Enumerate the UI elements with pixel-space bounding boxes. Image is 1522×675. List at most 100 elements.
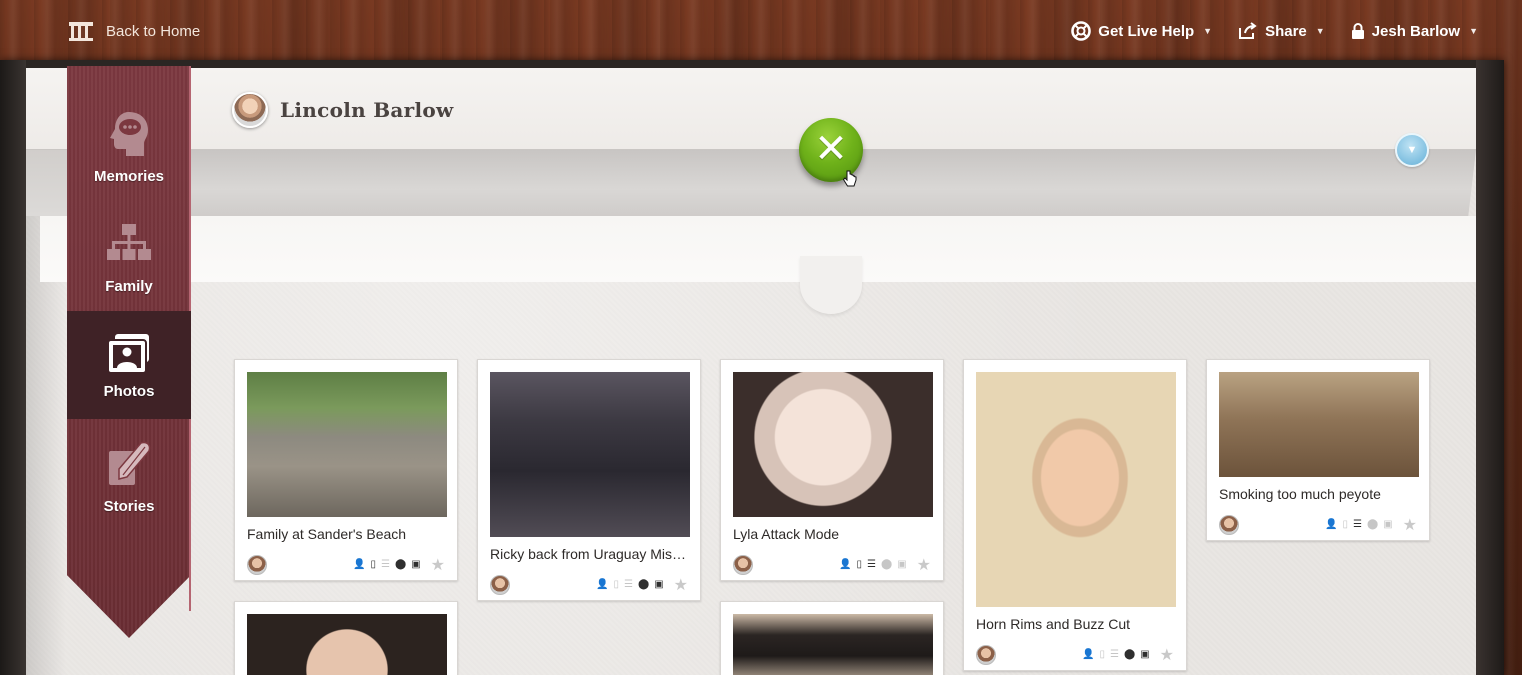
story-icon: ☰ (381, 559, 390, 570)
user-menu[interactable]: Jesh Barlow ▼ (1351, 23, 1478, 40)
back-to-home-link[interactable]: Back to Home (68, 18, 200, 44)
photo-meta-icons: 👤 ▯ ☰ ⬤ ▣ (1325, 520, 1393, 530)
document-icon: ▯ (1099, 649, 1106, 660)
photo-thumbnail[interactable] (733, 372, 933, 517)
person-tag-icon: 👤 (596, 579, 609, 590)
chevron-down-icon: ▼ (1315, 26, 1325, 36)
sidebar-item-memories[interactable]: Memories (67, 106, 191, 210)
photo-thumbnail[interactable] (490, 372, 690, 537)
sidebar-ribbon: Memories Family Photos Stories (67, 66, 191, 638)
photo-title[interactable]: Lyla Attack Mode (733, 526, 935, 542)
share-menu[interactable]: Share ▼ (1238, 22, 1325, 40)
avatar[interactable] (733, 555, 753, 575)
sidebar-item-label: Family (105, 278, 153, 295)
location-pin-icon: ⬤ (1367, 519, 1379, 530)
header-shelf-light (40, 216, 1476, 282)
pull-tab (800, 256, 862, 314)
chevron-down-icon: ▼ (1406, 144, 1418, 156)
favorite-star-icon[interactable]: ★ (1403, 515, 1417, 535)
family-tree-icon (101, 216, 157, 272)
avatar[interactable] (490, 575, 510, 595)
calendar-icon: ▣ (1383, 519, 1393, 530)
photo-meta-icons: 👤 ▯ ☰ ⬤ ▣ (1082, 650, 1150, 660)
header-dropdown-toggle[interactable]: ▼ (1395, 133, 1429, 167)
lock-icon (1351, 22, 1364, 39)
photo-card[interactable]: Smoking too much peyote 👤 ▯ ☰ ⬤ ▣ ★ (1206, 359, 1430, 541)
calendar-icon: ▣ (654, 579, 664, 590)
share-label: Share (1265, 22, 1307, 40)
photo-meta-icons: 👤 ▯ ☰ ⬤ ▣ (596, 580, 664, 590)
lifebuoy-icon (1071, 21, 1092, 41)
story-icon: ☰ (1353, 519, 1362, 530)
top-nav-actions: Get Live Help ▼ Share ▼ Jesh Barlow ▼ (1071, 18, 1478, 44)
calendar-icon: ▣ (897, 559, 907, 570)
photo-thumbnail[interactable] (247, 372, 447, 517)
photo-title[interactable]: Smoking too much peyote (1219, 486, 1421, 502)
user-name-label: Jesh Barlow (1371, 22, 1461, 40)
quill-paper-icon (101, 436, 157, 492)
location-pin-icon: ⬤ (881, 559, 893, 570)
back-to-home-label: Back to Home (106, 22, 201, 40)
sidebar-item-photos[interactable]: Photos (67, 311, 191, 419)
favorite-star-icon[interactable]: ★ (1160, 645, 1174, 665)
sidebar-item-family[interactable]: Family (67, 216, 191, 320)
document-icon: ▯ (1342, 519, 1349, 530)
photo-title[interactable]: Ricky back from Uraguay Mission (490, 546, 692, 562)
person-tag-icon: 👤 (1082, 649, 1095, 660)
photo-card[interactable]: Horn Rims and Buzz Cut 👤 ▯ ☰ ⬤ ▣ ★ (963, 359, 1187, 671)
calendar-icon: ▣ (1140, 649, 1150, 660)
document-icon: ▯ (370, 559, 377, 570)
story-icon: ☰ (1110, 649, 1119, 660)
photo-card[interactable]: Family at Sander's Beach 👤 ▯ ☰ ⬤ ▣ ★ (234, 359, 458, 581)
avatar[interactable] (247, 555, 267, 575)
photo-meta: 👤 ▯ ☰ ⬤ ▣ ★ (1219, 515, 1417, 535)
photo-thumbnail[interactable] (247, 614, 447, 675)
person-tag-icon: 👤 (353, 559, 366, 570)
photo-title[interactable]: Horn Rims and Buzz Cut (976, 616, 1178, 632)
photo-meta: 👤 ▯ ☰ ⬤ ▣ ★ (247, 555, 445, 575)
photo-card[interactable]: Lyla Attack Mode 👤 ▯ ☰ ⬤ ▣ ★ (720, 359, 944, 581)
location-pin-icon: ⬤ (638, 579, 650, 590)
live-help-label: Get Live Help (1098, 22, 1195, 40)
photo-card[interactable]: Ricky back from Uraguay Mission 👤 ▯ ☰ ⬤ … (477, 359, 701, 601)
location-pin-icon: ⬤ (1124, 649, 1136, 660)
avatar (232, 92, 268, 128)
photo-meta: 👤 ▯ ☰ ⬤ ▣ ★ (976, 645, 1174, 665)
photo-thumbnail[interactable] (733, 614, 933, 675)
photo-thumbnail[interactable] (976, 372, 1176, 607)
avatar[interactable] (976, 645, 996, 665)
top-navigation-bar: Back to Home Get Live Help ▼ Share ▼ Jes… (0, 0, 1522, 60)
story-icon: ☰ (867, 559, 876, 570)
location-pin-icon: ⬤ (395, 559, 407, 570)
head-thought-icon (101, 106, 157, 162)
profile-name: Lincoln Barlow (280, 98, 454, 122)
photo-card[interactable] (720, 601, 944, 675)
story-icon: ☰ (624, 579, 633, 590)
favorite-star-icon[interactable]: ★ (431, 555, 445, 575)
sidebar-item-label: Memories (93, 168, 165, 185)
document-icon: ▯ (613, 579, 620, 590)
favorite-star-icon[interactable]: ★ (917, 555, 931, 575)
sidebar-item-label: Stories (103, 498, 155, 515)
photo-thumbnail[interactable] (1219, 372, 1419, 477)
photo-meta: 👤 ▯ ☰ ⬤ ▣ ★ (490, 575, 688, 595)
chevron-down-icon: ▼ (1469, 26, 1478, 36)
avatar[interactable] (1219, 515, 1239, 535)
photo-title[interactable]: Family at Sander's Beach (247, 526, 449, 542)
share-icon (1239, 22, 1257, 39)
favorite-star-icon[interactable]: ★ (674, 575, 688, 595)
photo-card[interactable] (234, 601, 458, 675)
close-icon: ✕ (814, 126, 848, 172)
person-tag-icon: 👤 (839, 559, 852, 570)
chevron-down-icon: ▼ (1203, 26, 1213, 36)
sidebar-item-label: Photos (103, 383, 155, 400)
photo-meta: 👤 ▯ ☰ ⬤ ▣ ★ (733, 555, 931, 575)
sidebar-item-stories[interactable]: Stories (67, 436, 191, 540)
calendar-icon: ▣ (411, 559, 421, 570)
pointer-cursor-icon (842, 170, 858, 193)
live-help-menu[interactable]: Get Live Help ▼ (1071, 21, 1212, 41)
photo-meta-icons: 👤 ▯ ☰ ⬤ ▣ (353, 560, 421, 570)
photo-meta-icons: 👤 ▯ ☰ ⬤ ▣ (839, 560, 907, 570)
profile-person[interactable]: Lincoln Barlow (232, 92, 454, 128)
photo-frame-icon (101, 331, 157, 377)
